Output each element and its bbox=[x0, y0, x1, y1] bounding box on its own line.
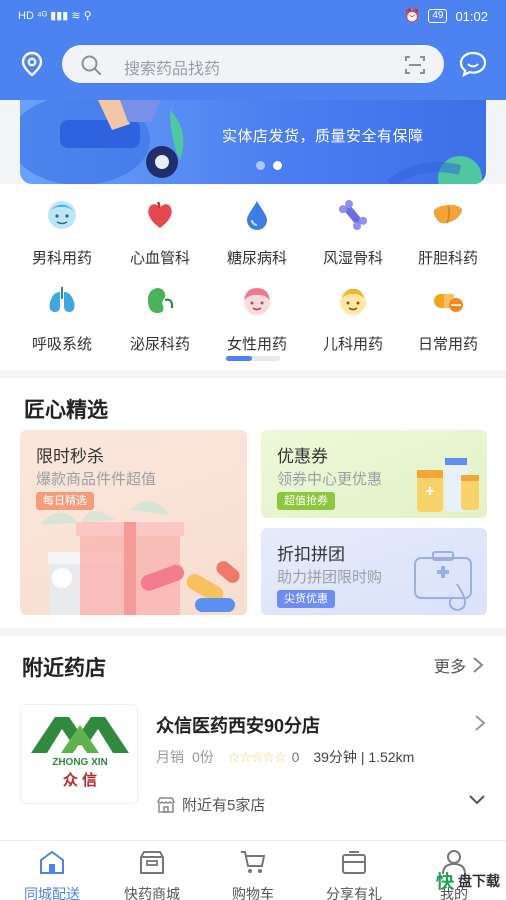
category-label: 心血管科 bbox=[129, 250, 190, 267]
flash-sale-card[interactable]: 限时秒杀 爆款商品件件超值 每日精选 bbox=[20, 430, 247, 615]
category-label: 男科用药 bbox=[31, 250, 92, 267]
cart-icon bbox=[241, 851, 266, 873]
nearby-section: 附近药店 更多 ZHONG XIN 众 信 众信医药西安90分店 月销 0份 ☆… bbox=[0, 636, 506, 840]
medicine-bottles-illustration bbox=[417, 458, 479, 512]
scan-icon[interactable] bbox=[404, 54, 426, 76]
battery-indicator: 49 bbox=[428, 9, 448, 23]
child-face-icon bbox=[340, 288, 366, 315]
gift-box-illustration bbox=[40, 501, 240, 615]
sales-label: 月销 bbox=[156, 749, 184, 765]
location-icon[interactable] bbox=[18, 50, 46, 78]
message-icon[interactable] bbox=[458, 50, 488, 78]
tab-label: 同城配送 bbox=[24, 886, 80, 900]
more-link[interactable]: 更多 bbox=[434, 653, 484, 677]
category-grid: 男科用药 心血管科 糖尿病科 风湿骨科 肝胆科药 呼吸系统 泌尿科药 女性用药 … bbox=[0, 184, 506, 370]
category-label: 日常用药 bbox=[417, 336, 478, 353]
watermark-logo: 快 盘下载 bbox=[436, 868, 500, 894]
coupon-card[interactable]: 优惠券 领券中心更优惠 超值抢券 bbox=[261, 430, 487, 518]
tab-local-delivery[interactable]: 同城配送 bbox=[2, 849, 102, 900]
status-time: 01:02 bbox=[455, 8, 488, 24]
chevron-right-icon[interactable] bbox=[474, 714, 486, 732]
category-respiratory[interactable]: 呼吸系统 bbox=[14, 284, 110, 354]
tab-label: 分享有礼 bbox=[326, 886, 382, 900]
status-right: ⏰ 49 01:02 bbox=[404, 8, 488, 24]
drop-icon bbox=[247, 201, 267, 230]
store-name[interactable]: 众信医药西安90分店 bbox=[156, 712, 320, 738]
featured-title: 匠心精选 bbox=[24, 399, 108, 422]
female-face-icon bbox=[244, 288, 270, 315]
logo-text-cn: 众 信 bbox=[63, 771, 97, 789]
time-distance: 39分钟 | 1.52km bbox=[313, 749, 415, 765]
featured-section: 匠心精选 限时秒杀 爆款商品件件超值 每日精选 优惠券 领券中心更优惠 超值抢券… bbox=[0, 378, 506, 628]
store-meta: 月销 0份 ☆☆☆☆☆ 0 39分钟 | 1.52km bbox=[156, 747, 414, 767]
category-female[interactable]: 女性用药 bbox=[209, 284, 305, 354]
store-logo[interactable]: ZHONG XIN 众 信 bbox=[20, 704, 138, 804]
category-label: 肝胆科药 bbox=[417, 250, 478, 267]
category-pediatrics[interactable]: 儿科用药 bbox=[305, 284, 401, 354]
nearby-branches[interactable]: 附近有5家店 bbox=[156, 794, 265, 815]
category-label: 呼吸系统 bbox=[31, 336, 92, 353]
category-label: 糖尿病科 bbox=[226, 250, 287, 267]
tab-cart[interactable]: 购物车 bbox=[203, 849, 303, 900]
banner-dot bbox=[256, 161, 265, 170]
bottom-tab-bar: 同城配送 快药商城 购物车 分享有礼 我的 快 盘下载 bbox=[0, 840, 506, 900]
pill-icon bbox=[434, 294, 463, 312]
category-cardio[interactable]: 心血管科 bbox=[112, 198, 208, 268]
category-pager bbox=[226, 356, 280, 361]
zhongxin-logo-icon: ZHONG XIN 众 信 bbox=[31, 717, 129, 789]
tab-label: 购物车 bbox=[232, 886, 274, 900]
category-urology[interactable]: 泌尿科药 bbox=[112, 284, 208, 354]
store-icon bbox=[140, 851, 164, 874]
category-daily[interactable]: 日常用药 bbox=[400, 284, 496, 354]
category-label: 女性用药 bbox=[226, 336, 287, 353]
bone-icon bbox=[338, 200, 368, 230]
category-liver[interactable]: 肝胆科药 bbox=[400, 198, 496, 268]
banner-dot-active bbox=[273, 161, 282, 170]
app-root: HD ⁴ᴳ ▮▮▮ ≋ ⚲ ⏰ 49 01:02 搜索药品找药 实体店发货，质量… bbox=[0, 0, 506, 900]
watermark-text: 盘下载 bbox=[458, 873, 500, 889]
watermark-brand: 快 bbox=[436, 872, 454, 892]
search-icon bbox=[81, 55, 101, 75]
banner-pager bbox=[256, 161, 282, 170]
house-icon bbox=[40, 850, 64, 874]
chevron-down-icon[interactable] bbox=[468, 794, 486, 806]
liver-icon bbox=[433, 204, 462, 224]
kidney-icon bbox=[147, 288, 174, 314]
branch-text: 附近有5家店 bbox=[182, 797, 266, 814]
alarm-icon: ⏰ bbox=[404, 8, 421, 23]
sales-value: 0份 bbox=[192, 749, 214, 765]
share-box-icon bbox=[342, 851, 366, 874]
category-male[interactable]: 男科用药 bbox=[14, 198, 110, 268]
male-face-icon bbox=[48, 201, 76, 229]
search-bar[interactable]: 搜索药品找药 bbox=[62, 45, 444, 83]
promo-banner[interactable]: 实体店发货，质量安全有保障 bbox=[20, 100, 486, 184]
category-label: 泌尿科药 bbox=[129, 336, 190, 353]
search-placeholder: 搜索药品找药 bbox=[124, 61, 221, 78]
first-aid-kit-illustration bbox=[414, 551, 472, 612]
status-left-icons: HD ⁴ᴳ ▮▮▮ ≋ ⚲ bbox=[18, 10, 92, 22]
tab-share[interactable]: 分享有礼 bbox=[304, 849, 404, 900]
search-row: 搜索药品找药 bbox=[0, 44, 506, 86]
more-label: 更多 bbox=[433, 659, 466, 676]
banner-text: 实体店发货，质量安全有保障 bbox=[222, 128, 424, 145]
group-buy-card[interactable]: 折扣拼团 助力拼团限时购 尖货优惠 bbox=[261, 528, 487, 615]
shop-icon bbox=[157, 796, 175, 813]
category-label: 风湿骨科 bbox=[322, 250, 383, 267]
top-header: HD ⁴ᴳ ▮▮▮ ≋ ⚲ ⏰ 49 01:02 搜索药品找药 bbox=[0, 0, 506, 100]
category-rheumatism[interactable]: 风湿骨科 bbox=[305, 198, 401, 268]
category-diabetes[interactable]: 糖尿病科 bbox=[209, 198, 305, 268]
logo-text-en: ZHONG XIN bbox=[52, 757, 108, 768]
status-bar: HD ⁴ᴳ ▮▮▮ ≋ ⚲ ⏰ 49 01:02 bbox=[0, 0, 506, 34]
category-label: 儿科用药 bbox=[322, 336, 383, 353]
rating-stars-icon: ☆☆☆☆☆ bbox=[227, 748, 287, 765]
chevron-right-icon bbox=[473, 657, 484, 673]
rating-value: 0 bbox=[291, 749, 300, 765]
nearby-title: 附近药店 bbox=[22, 657, 106, 680]
heart-icon bbox=[148, 201, 172, 228]
tab-label: 快药商城 bbox=[124, 886, 180, 900]
category-pager-indicator bbox=[226, 356, 252, 361]
tab-mall[interactable]: 快药商城 bbox=[102, 849, 202, 900]
lungs-icon bbox=[49, 287, 75, 312]
